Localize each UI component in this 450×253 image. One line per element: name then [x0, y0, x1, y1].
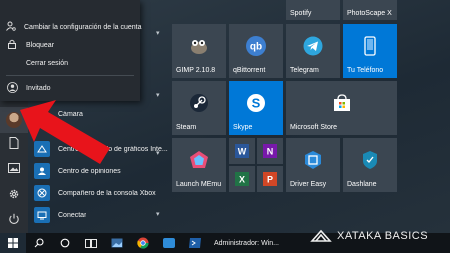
tile-tu-telefono[interactable]: Tu Teléfono [343, 24, 397, 78]
gimp-icon [188, 37, 210, 55]
task-view-button[interactable] [80, 233, 102, 253]
user-settings-icon [6, 21, 16, 33]
tile-word[interactable]: W [229, 138, 255, 164]
app-label: Compañero de la consola Xbox [58, 189, 156, 197]
taskbar-window-administrador[interactable]: Administrador: Win... [214, 233, 294, 253]
tile-dashlane[interactable]: Dashlane [343, 138, 397, 192]
taskbar-app-memu[interactable] [158, 233, 180, 253]
phone-icon [364, 35, 376, 56]
memu-icon [189, 150, 209, 170]
powershell-icon [189, 238, 201, 248]
qbittorrent-icon: qb [245, 35, 267, 57]
cortana-icon [60, 238, 70, 248]
lock-item[interactable]: Bloquear [0, 36, 140, 54]
search-icon [34, 238, 44, 248]
settings-button[interactable] [0, 181, 28, 207]
svg-text:qb: qb [250, 41, 262, 52]
driver-easy-icon [304, 150, 322, 170]
tile-telegram[interactable]: Telegram [286, 24, 340, 78]
xbox-console-companion-icon [34, 185, 50, 201]
taskbar-app-photos[interactable] [106, 233, 128, 253]
windows-logo-icon [8, 238, 18, 248]
chevron-down-icon[interactable]: ▾ [156, 91, 160, 99]
tile-photoscape[interactable]: PhotoScape X [343, 0, 397, 20]
tile-label: Steam [176, 124, 197, 131]
guest-avatar-icon [6, 81, 18, 95]
tile-label: Spotify [290, 10, 312, 17]
tile-label: Skype [233, 124, 253, 131]
change-account-settings-label: Cambiar la configuración de la cuenta [24, 23, 142, 31]
tile-label: Tu Teléfono [347, 67, 384, 74]
tile-microsoft-store[interactable]: Microsoft Store [286, 81, 397, 135]
tile-launch-memu[interactable]: Launch MEmu [172, 138, 226, 192]
tile-gimp[interactable]: GIMP 2.10.8 [172, 24, 226, 78]
tile-qbittorrent[interactable]: qb qBittorrent [229, 24, 283, 78]
taskbar-app-powershell[interactable] [184, 233, 206, 253]
search-button[interactable] [28, 233, 50, 253]
skype-icon: S [245, 92, 267, 114]
red-arrow-icon [20, 100, 110, 164]
dashlane-icon [362, 150, 378, 170]
connect-icon [34, 207, 50, 223]
svg-text:X: X [239, 175, 245, 185]
tile-skype[interactable]: S Skype [229, 81, 283, 135]
active-window-label: Administrador: Win... [214, 239, 279, 247]
word-icon: W [235, 144, 249, 158]
sign-out-item[interactable]: Cerrar sesión [0, 54, 140, 72]
tile-excel[interactable]: X [229, 166, 255, 192]
tile-driver-easy[interactable]: Driver Easy [286, 138, 340, 192]
app-list-item[interactable]: Compañero de la consola Xbox [28, 182, 168, 204]
sign-out-label: Cerrar sesión [26, 59, 69, 67]
tile-label: Dashlane [347, 181, 377, 188]
tile-label: Telegram [290, 67, 319, 74]
telegram-icon [303, 36, 323, 56]
xataka-logo-icon [310, 229, 332, 242]
tile-powerpoint[interactable]: P [257, 166, 283, 192]
tile-label: Driver Easy [290, 181, 327, 188]
taskbar-app-chrome[interactable] [132, 233, 154, 253]
chevron-down-icon[interactable]: ▾ [156, 29, 160, 37]
lock-icon [6, 39, 18, 51]
power-button[interactable] [0, 206, 28, 232]
xataka-watermark: XATAKA BASICS [310, 229, 428, 243]
app-icon [163, 238, 175, 248]
svg-text:N: N [267, 147, 274, 157]
svg-text:S: S [252, 95, 261, 110]
gear-icon [9, 189, 19, 199]
app-label: Centro de opiniones [58, 167, 121, 175]
cortana-button[interactable] [54, 233, 76, 253]
app-list-item[interactable]: Conectar [28, 204, 168, 226]
guest-account-item[interactable]: Invitado [0, 79, 140, 97]
divider [6, 75, 134, 76]
lock-label: Bloquear [26, 41, 55, 49]
photos-icon [111, 238, 123, 248]
tile-label: Microsoft Store [290, 124, 338, 131]
tile-label: GIMP 2.10.8 [176, 67, 216, 74]
powerpoint-icon: P [263, 172, 277, 186]
tile-label: Launch MEmu [176, 181, 222, 188]
start-button[interactable] [0, 233, 26, 253]
chrome-icon [137, 237, 149, 249]
excel-icon: X [235, 172, 249, 186]
tile-steam[interactable]: Steam [172, 81, 226, 135]
steam-icon [189, 93, 209, 113]
power-icon [9, 213, 19, 224]
tile-onenote[interactable]: N [257, 138, 283, 164]
tile-spotify[interactable]: Spotify [286, 0, 340, 20]
onenote-icon: N [263, 144, 277, 158]
change-account-settings-item[interactable]: Cambiar la configuración de la cuenta [0, 18, 142, 36]
svg-text:W: W [238, 147, 247, 157]
tile-label: qBittorrent [233, 67, 266, 74]
shopping-bag-icon [332, 93, 352, 112]
guest-label: Invitado [26, 84, 51, 92]
svg-text:P: P [267, 175, 273, 185]
app-label: Conectar [58, 211, 87, 219]
watermark-text: XATAKA BASICS [337, 230, 429, 242]
tile-label: PhotoScape X [347, 10, 392, 17]
task-view-icon [85, 238, 97, 248]
user-account-menu: Cambiar la configuración de la cuenta Bl… [0, 0, 142, 101]
